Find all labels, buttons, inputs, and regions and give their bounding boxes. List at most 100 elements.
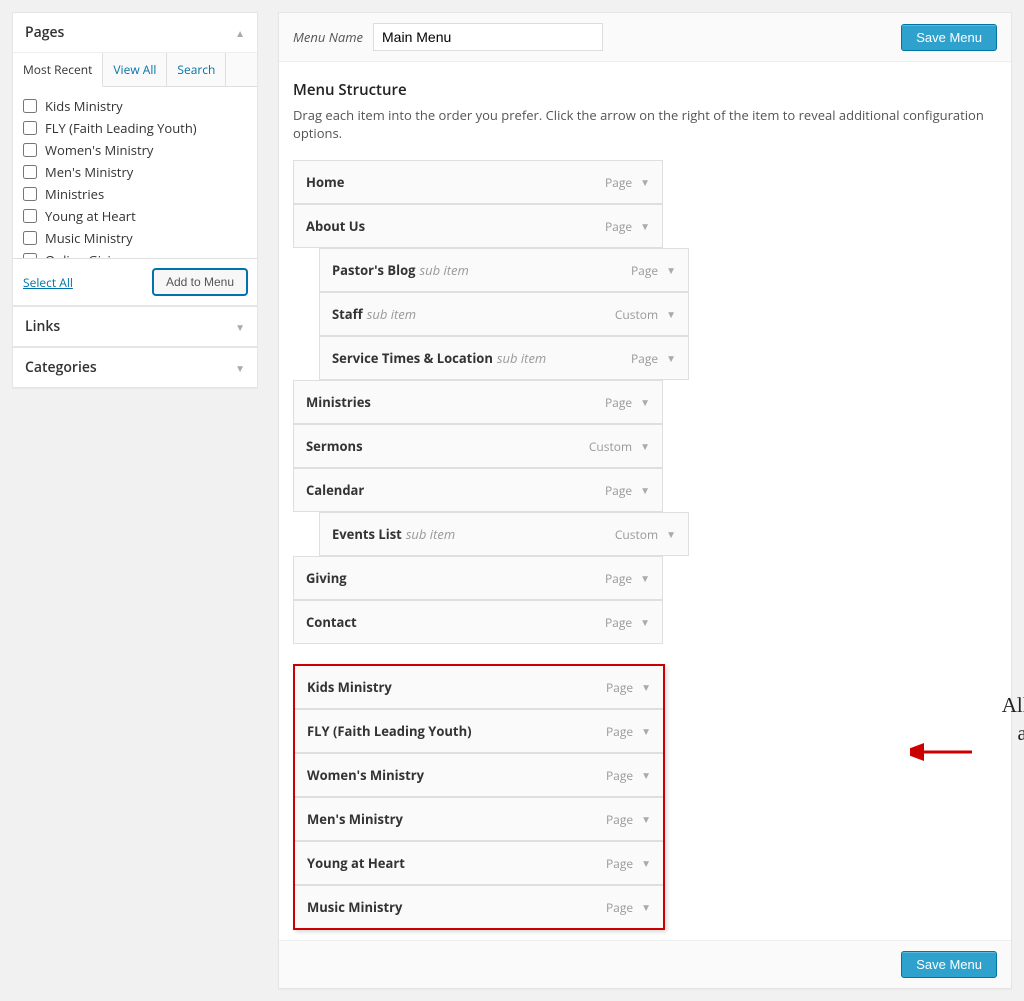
menu-item[interactable]: Giving Page ▼ [293,556,663,600]
menu-item[interactable]: Women's MinistryPage▼ [295,753,663,797]
chevron-down-icon[interactable]: ▼ [641,680,651,694]
menu-item-title: Sermons [306,437,363,455]
panel-links: Links ▼ [12,306,258,347]
collapse-icon: ▲ [235,26,245,40]
chevron-down-icon[interactable]: ▼ [666,263,676,277]
checkbox[interactable] [23,165,37,179]
chevron-down-icon[interactable]: ▼ [640,615,650,629]
menu-item-title: Home [306,173,344,191]
menu-item[interactable]: SermonsCustom▼ [293,424,663,468]
menu-item[interactable]: Service Times & Locationsub itemPage▼ [319,336,689,380]
menu-item-title: Calendar [306,481,364,499]
menu-item-title: Service Times & Locationsub item [332,349,546,367]
menu-item-meta: Page ▼ [606,767,651,784]
menu-item-meta: Page ▼ [605,482,650,499]
bottom-bar: Save Menu [279,940,1011,988]
menu-name-input[interactable] [373,23,603,51]
menu-item-meta: Page ▼ [606,855,651,872]
menu-item-meta: Page▼ [605,218,650,235]
sub-item-label: sub item [497,349,546,367]
menu-item[interactable]: Kids Ministry Page ▼ [295,666,663,709]
menu-item[interactable]: Pastor's Blogsub itemPage▼ [319,248,689,292]
menu-item[interactable]: FLY (Faith Leading Youth)Page▼ [295,709,663,753]
menu-item-type: Page [605,174,632,191]
save-menu-button[interactable]: Save Menu [901,24,997,51]
select-all-link[interactable]: Select All [23,274,73,291]
menu-item-title: Pastor's Blogsub item [332,261,469,279]
menu-item-type: Page [606,723,633,740]
menu-item[interactable]: Contact Page ▼ [293,600,663,644]
chevron-down-icon[interactable]: ▼ [640,219,650,233]
list-item[interactable]: Women's Ministry [23,139,247,161]
chevron-down-icon[interactable]: ▼ [640,395,650,409]
menu-item-title: Kids Ministry [307,678,392,696]
add-to-menu-button[interactable]: Add to Menu [153,269,247,295]
menu-item[interactable]: Ministries Page▼ [293,380,663,424]
menu-name-bar: Menu Name Save Menu [279,13,1011,62]
menu-item-meta: Page▼ [605,394,650,411]
menu-item[interactable]: Calendar Page ▼ [293,468,663,512]
menu-item-type: Page [605,482,632,499]
chevron-down-icon[interactable]: ▼ [666,527,676,541]
chevron-down-icon[interactable]: ▼ [641,812,651,826]
sub-item-label: sub item [367,305,416,323]
list-item[interactable]: Kids Ministry [23,95,247,117]
menu-item-title: Music Ministry [307,898,402,916]
menu-item[interactable]: Men's MinistryPage▼ [295,797,663,841]
chevron-down-icon[interactable]: ▼ [641,856,651,870]
tab-most-recent[interactable]: Most Recent [13,53,103,87]
menu-item-type: Page [605,570,632,587]
chevron-down-icon[interactable]: ▼ [640,571,650,585]
menu-item-meta: Page ▼ [605,614,650,631]
list-item[interactable]: FLY (Faith Leading Youth) [23,117,247,139]
list-item[interactable]: Young at Heart [23,205,247,227]
list-item[interactable]: Men's Ministry [23,161,247,183]
list-item[interactable]: Online Giving [23,249,247,259]
menu-item[interactable]: Young at HeartPage▼ [295,841,663,885]
menu-item[interactable]: Music MinistryPage▼ [295,885,663,928]
checkbox[interactable] [23,99,37,113]
checkbox[interactable] [23,231,37,245]
checkbox[interactable] [23,143,37,157]
menu-item[interactable]: Events Listsub item Custom ▼ [319,512,689,556]
chevron-down-icon[interactable]: ▼ [666,307,676,321]
tab-view-all[interactable]: View All [103,53,167,86]
chevron-down-icon: ▼ [235,361,245,375]
menu-item[interactable]: Staffsub itemCustom▼ [319,292,689,336]
menu-item-title: Giving [306,569,347,587]
panel-links-header[interactable]: Links ▼ [13,307,257,346]
chevron-down-icon[interactable]: ▼ [640,483,650,497]
chevron-down-icon[interactable]: ▼ [640,439,650,453]
menu-item-type: Page [606,855,633,872]
panel-categories-header[interactable]: Categories ▼ [13,348,257,387]
panel-pages-header[interactable]: Pages ▲ [13,13,257,52]
highlighted-items-box: Kids MinistryPage▼FLY (Faith Leading You… [293,664,665,930]
chevron-down-icon[interactable]: ▼ [666,351,676,365]
menu-item-type: Page [606,679,633,696]
chevron-down-icon[interactable]: ▼ [640,175,650,189]
menu-item-title: Ministries [306,393,371,411]
sub-item-label: sub item [419,261,468,279]
list-item[interactable]: Ministries [23,183,247,205]
menu-item-type: Page [606,767,633,784]
menu-item[interactable]: Home Page ▼ [293,160,663,204]
pages-list[interactable]: Kids Ministry FLY (Faith Leading Youth) … [13,87,257,259]
chevron-down-icon[interactable]: ▼ [641,768,651,782]
chevron-down-icon[interactable]: ▼ [641,900,651,914]
checkbox[interactable] [23,187,37,201]
checkbox[interactable] [23,209,37,223]
checkbox[interactable] [23,121,37,135]
panel-pages-title: Pages [25,23,64,42]
menu-item-title: Contact [306,613,357,631]
tab-search[interactable]: Search [167,53,226,86]
arrow-icon [910,740,974,764]
menu-item[interactable]: About UsPage▼ [293,204,663,248]
list-item[interactable]: Music Ministry [23,227,247,249]
menu-item-type: Page [605,614,632,631]
menu-structure-desc: Drag each item into the order you prefer… [293,106,997,142]
annotation-text: All of the selected pages were added to … [998,691,1024,776]
menu-item-type: Custom [615,526,658,543]
save-menu-button-bottom[interactable]: Save Menu [901,951,997,978]
chevron-down-icon[interactable]: ▼ [641,724,651,738]
menu-item-title: Events Listsub item [332,525,455,543]
